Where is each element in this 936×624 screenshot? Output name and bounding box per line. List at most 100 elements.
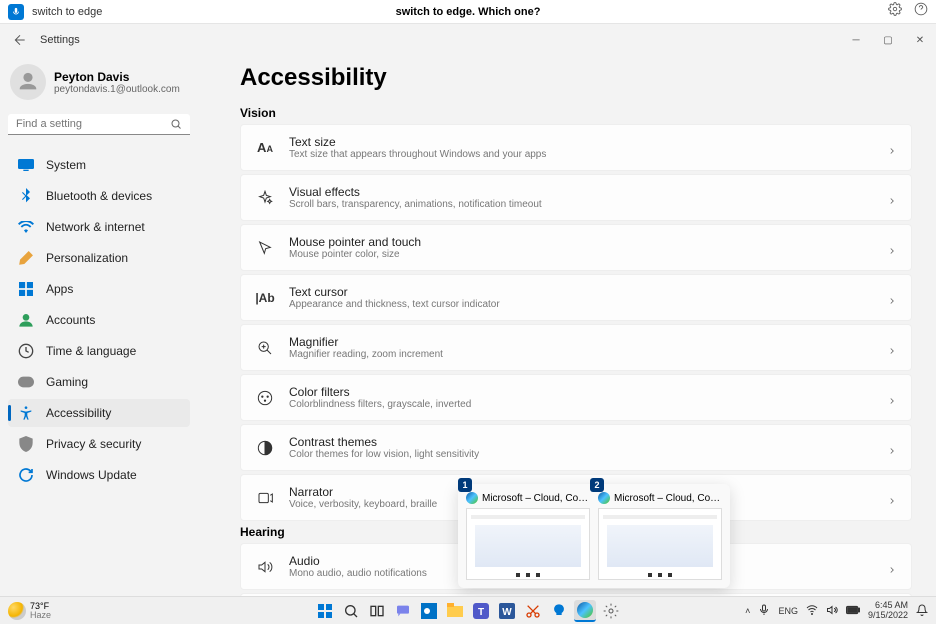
taskbar-center: T W xyxy=(314,600,622,622)
edge-icon[interactable] xyxy=(574,600,596,622)
page-title: Accessibility xyxy=(240,64,912,92)
sidebar-item-update[interactable]: Windows Update xyxy=(8,461,190,489)
notifications-tray-icon[interactable] xyxy=(916,604,928,618)
card-description: Text size that appears throughout Window… xyxy=(289,149,887,160)
search-input[interactable] xyxy=(16,118,170,130)
chat-icon[interactable] xyxy=(392,600,414,622)
minimize-button[interactable]: ─ xyxy=(840,24,872,56)
snip-icon[interactable] xyxy=(522,600,544,622)
settings-search[interactable] xyxy=(8,114,190,135)
wifi-tray-icon[interactable] xyxy=(806,604,818,618)
taskbar: 73°F Haze T W ˄ ENG 6:45 AM 9/15/2022 xyxy=(0,596,936,624)
preview-title: Microsoft – Cloud, Computers, ... xyxy=(466,492,590,504)
contrast-icon xyxy=(255,438,275,458)
card-description: Scroll bars, transparency, animations, n… xyxy=(289,199,887,210)
chevron-right-icon xyxy=(887,293,897,303)
start-button[interactable] xyxy=(314,600,336,622)
sidebar-item-label: Windows Update xyxy=(46,468,137,482)
window-preview-2[interactable]: 2Microsoft – Cloud, Computers, ... xyxy=(598,492,722,580)
textsize-icon: AA xyxy=(255,138,275,158)
edge-icon xyxy=(466,492,478,504)
edge-icon xyxy=(598,492,610,504)
sidebar-item-brush[interactable]: Personalization xyxy=(8,244,190,272)
chevron-right-icon xyxy=(887,562,897,572)
narrator-icon xyxy=(255,488,275,508)
sidebar-item-accessibility[interactable]: Accessibility xyxy=(8,399,190,427)
window-preview-1[interactable]: 1Microsoft – Cloud, Computers, ... xyxy=(466,492,590,580)
weather-condition: Haze xyxy=(30,611,51,620)
help-icon[interactable] xyxy=(914,2,928,21)
window-title: Settings xyxy=(40,34,80,46)
section-header: Vision xyxy=(240,106,912,120)
sidebar-item-label: Network & internet xyxy=(46,220,145,234)
sidebar-item-label: Personalization xyxy=(46,251,128,265)
chevron-right-icon xyxy=(887,443,897,453)
cursor-icon xyxy=(255,238,275,258)
voice-question-text: switch to edge. Which one? xyxy=(396,6,541,18)
profile-block[interactable]: Peyton Davis peytondavis.1@outlook.com xyxy=(8,64,190,100)
settings-card-zoom[interactable]: MagnifierMagnifier reading, zoom increme… xyxy=(240,324,912,371)
sidebar-item-shield[interactable]: Privacy & security xyxy=(8,430,190,458)
sidebar-item-account[interactable]: Accounts xyxy=(8,306,190,334)
textcursor-icon: |Ab xyxy=(255,288,275,308)
maximize-button[interactable]: ▢ xyxy=(872,24,904,56)
card-title: Mouse pointer and touch xyxy=(289,235,887,249)
file-explorer-icon[interactable] xyxy=(444,600,466,622)
chevron-right-icon xyxy=(887,193,897,203)
language-indicator[interactable]: ENG xyxy=(778,606,798,616)
svg-text:W: W xyxy=(502,607,512,618)
task-view-icon[interactable] xyxy=(366,600,388,622)
settings-card-cursor[interactable]: Mouse pointer and touchMouse pointer col… xyxy=(240,224,912,271)
word-icon[interactable]: W xyxy=(496,600,518,622)
settings-card-palette[interactable]: Color filtersColorblindness filters, gra… xyxy=(240,374,912,421)
palette-icon xyxy=(255,388,275,408)
preview-title: Microsoft – Cloud, Computers, ... xyxy=(598,492,722,504)
sidebar-item-label: Accounts xyxy=(46,313,95,327)
sidebar-item-wifi[interactable]: Network & internet xyxy=(8,213,190,241)
taskbar-search-icon[interactable] xyxy=(340,600,362,622)
chevron-right-icon xyxy=(887,493,897,503)
sidebar-item-label: Time & language xyxy=(46,344,136,358)
sidebar-item-apps[interactable]: Apps xyxy=(8,275,190,303)
clock[interactable]: 6:45 AM 9/15/2022 xyxy=(868,601,908,621)
settings-taskbar-icon[interactable] xyxy=(600,600,622,622)
volume-tray-icon[interactable] xyxy=(826,604,838,618)
microphone-icon[interactable] xyxy=(8,4,24,20)
settings-card-sparkle[interactable]: Visual effectsScroll bars, transparency,… xyxy=(240,174,912,221)
preview-badge: 2 xyxy=(590,478,604,492)
tips-icon[interactable] xyxy=(548,600,570,622)
close-button[interactable]: ✕ xyxy=(904,24,936,56)
tray-chevron-icon[interactable]: ˄ xyxy=(745,606,750,616)
outlook-icon[interactable] xyxy=(418,600,440,622)
teams-icon[interactable]: T xyxy=(470,600,492,622)
preview-thumbnail xyxy=(598,508,722,580)
card-description: Magnifier reading, zoom increment xyxy=(289,349,887,360)
settings-card-textcursor[interactable]: |AbText cursorAppearance and thickness, … xyxy=(240,274,912,321)
preview-thumbnail xyxy=(466,508,590,580)
sidebar-item-system[interactable]: System xyxy=(8,151,190,179)
chevron-right-icon xyxy=(887,243,897,253)
update-icon xyxy=(18,467,34,483)
audio-icon xyxy=(255,557,275,577)
sidebar-item-bluetooth[interactable]: Bluetooth & devices xyxy=(8,182,190,210)
system-icon xyxy=(18,157,34,173)
sidebar-item-clock[interactable]: Time & language xyxy=(8,337,190,365)
shield-icon xyxy=(18,436,34,452)
battery-tray-icon[interactable] xyxy=(846,605,860,617)
card-description: Colorblindness filters, grayscale, inver… xyxy=(289,399,887,410)
sidebar-item-label: Gaming xyxy=(46,375,88,389)
back-button[interactable] xyxy=(12,32,28,48)
sparkle-icon xyxy=(255,188,275,208)
chevron-right-icon xyxy=(887,143,897,153)
card-title: Magnifier xyxy=(289,335,887,349)
settings-gear-icon[interactable] xyxy=(888,2,902,21)
tray-mic-icon[interactable] xyxy=(758,604,770,618)
settings-card-contrast[interactable]: Contrast themesColor themes for low visi… xyxy=(240,424,912,471)
settings-card-textsize[interactable]: AAText sizeText size that appears throug… xyxy=(240,124,912,171)
profile-name: Peyton Davis xyxy=(54,70,180,84)
apps-icon xyxy=(18,281,34,297)
weather-widget[interactable]: 73°F Haze xyxy=(0,602,59,620)
card-description: Appearance and thickness, text cursor in… xyxy=(289,299,887,310)
account-icon xyxy=(18,312,34,328)
sidebar-item-gaming[interactable]: Gaming xyxy=(8,368,190,396)
